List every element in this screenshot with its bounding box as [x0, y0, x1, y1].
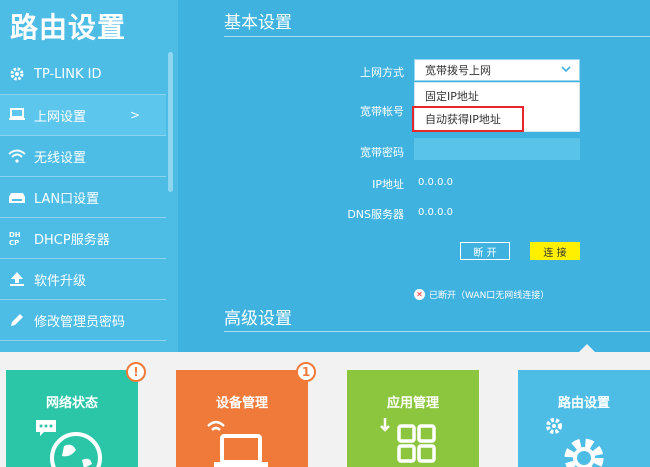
sidebar-item-upgrade[interactable]: 软件升级	[0, 259, 166, 299]
password-input[interactable]	[414, 138, 580, 160]
highlight-box	[412, 106, 524, 132]
upload-icon	[0, 271, 34, 287]
ip-value: 0.0.0.0	[418, 177, 453, 188]
divider	[224, 36, 650, 37]
basic-settings-title: 基本设置	[224, 13, 292, 33]
status-text: 已断开（WAN口无网线连接）	[429, 291, 550, 301]
sidebar-item-lan[interactable]: LAN口设置	[0, 177, 166, 217]
sidebar-item-dhcp[interactable]: DH CP DHCP服务器	[0, 218, 166, 258]
divider	[0, 340, 166, 341]
dropdown-option-static-ip[interactable]: 固定IP地址	[425, 88, 479, 104]
mode-select[interactable]: 宽带拨号上网	[414, 59, 580, 81]
sidebar-item-wireless[interactable]: 无线设置	[0, 136, 166, 176]
sidebar-item-label: LAN口设置	[34, 191, 100, 207]
divider	[224, 331, 650, 332]
pencil-icon	[0, 312, 34, 328]
status-line: ✕ 已断开（WAN口无网线连接）	[414, 288, 549, 301]
svg-text:DH: DH	[9, 231, 21, 239]
sidebar-item-internet[interactable]: 上网设置 >	[0, 95, 166, 135]
chevron-down-icon	[561, 66, 571, 73]
tile-badge: 1	[296, 362, 316, 382]
tile-label: 路由设置	[557, 396, 610, 411]
monitor-icon	[0, 108, 34, 122]
sidebar-item-admin-password[interactable]: 修改管理员密码	[0, 300, 166, 340]
tile-network-status[interactable]: 网络状态	[6, 370, 138, 467]
svg-text:CP: CP	[9, 239, 19, 247]
close-icon: ✕	[414, 289, 425, 300]
sidebar-title: 路由设置	[10, 11, 127, 44]
mode-select-value: 宽带拨号上网	[425, 64, 491, 77]
ip-label: IP地址	[372, 178, 404, 191]
disconnect-button[interactable]: 断 开	[460, 242, 510, 260]
globe-icon	[36, 420, 102, 467]
tile-app-management[interactable]: 应用管理	[347, 370, 479, 467]
mode-label: 上网方式	[360, 66, 404, 79]
wifi-icon	[0, 149, 34, 163]
gear-icon	[546, 418, 604, 467]
main-panel: 基本设置 上网方式 宽带帐号 宽带密码 IP地址 0.0.0.0 DNS服务器 …	[178, 0, 650, 352]
advanced-settings-title: 高级设置	[224, 309, 292, 329]
connect-button[interactable]: 连 接	[530, 242, 580, 260]
sidebar: 路由设置 TP-LINK ID 上网设置 > 无线设置 LAN口设置 DH CP …	[0, 0, 178, 352]
tile-badge: !	[126, 362, 146, 382]
tile-router-settings[interactable]: 路由设置	[518, 370, 650, 467]
sidebar-scrollbar[interactable]	[168, 52, 173, 192]
apps-grid-icon	[380, 418, 436, 463]
tile-device-management[interactable]: 设备管理	[176, 370, 308, 467]
gear-icon	[0, 66, 34, 82]
sidebar-item-label: 上网设置	[34, 109, 87, 125]
sidebar-item-label: 无线设置	[34, 150, 87, 166]
sidebar-item-label: DHCP服务器	[34, 232, 110, 248]
lan-icon	[0, 190, 34, 204]
sidebar-item-tplink-id[interactable]: TP-LINK ID	[0, 54, 166, 94]
active-tile-pointer	[578, 344, 596, 353]
chevron-right-icon: >	[129, 108, 140, 122]
dhcp-icon: DH CP	[0, 229, 34, 247]
account-label: 宽带帐号	[360, 105, 404, 118]
sidebar-item-label: 软件升级	[34, 273, 87, 289]
password-label: 宽带密码	[360, 146, 404, 159]
dns-label: DNS服务器	[347, 208, 404, 221]
tile-label: 设备管理	[215, 396, 268, 411]
tile-label: 应用管理	[386, 396, 439, 411]
sidebar-item-label: TP-LINK ID	[34, 66, 102, 82]
dns-value: 0.0.0.0	[418, 207, 453, 218]
tile-label: 网络状态	[45, 396, 98, 411]
sidebar-item-label: 修改管理员密码	[34, 314, 126, 330]
laptop-icon	[207, 420, 268, 467]
